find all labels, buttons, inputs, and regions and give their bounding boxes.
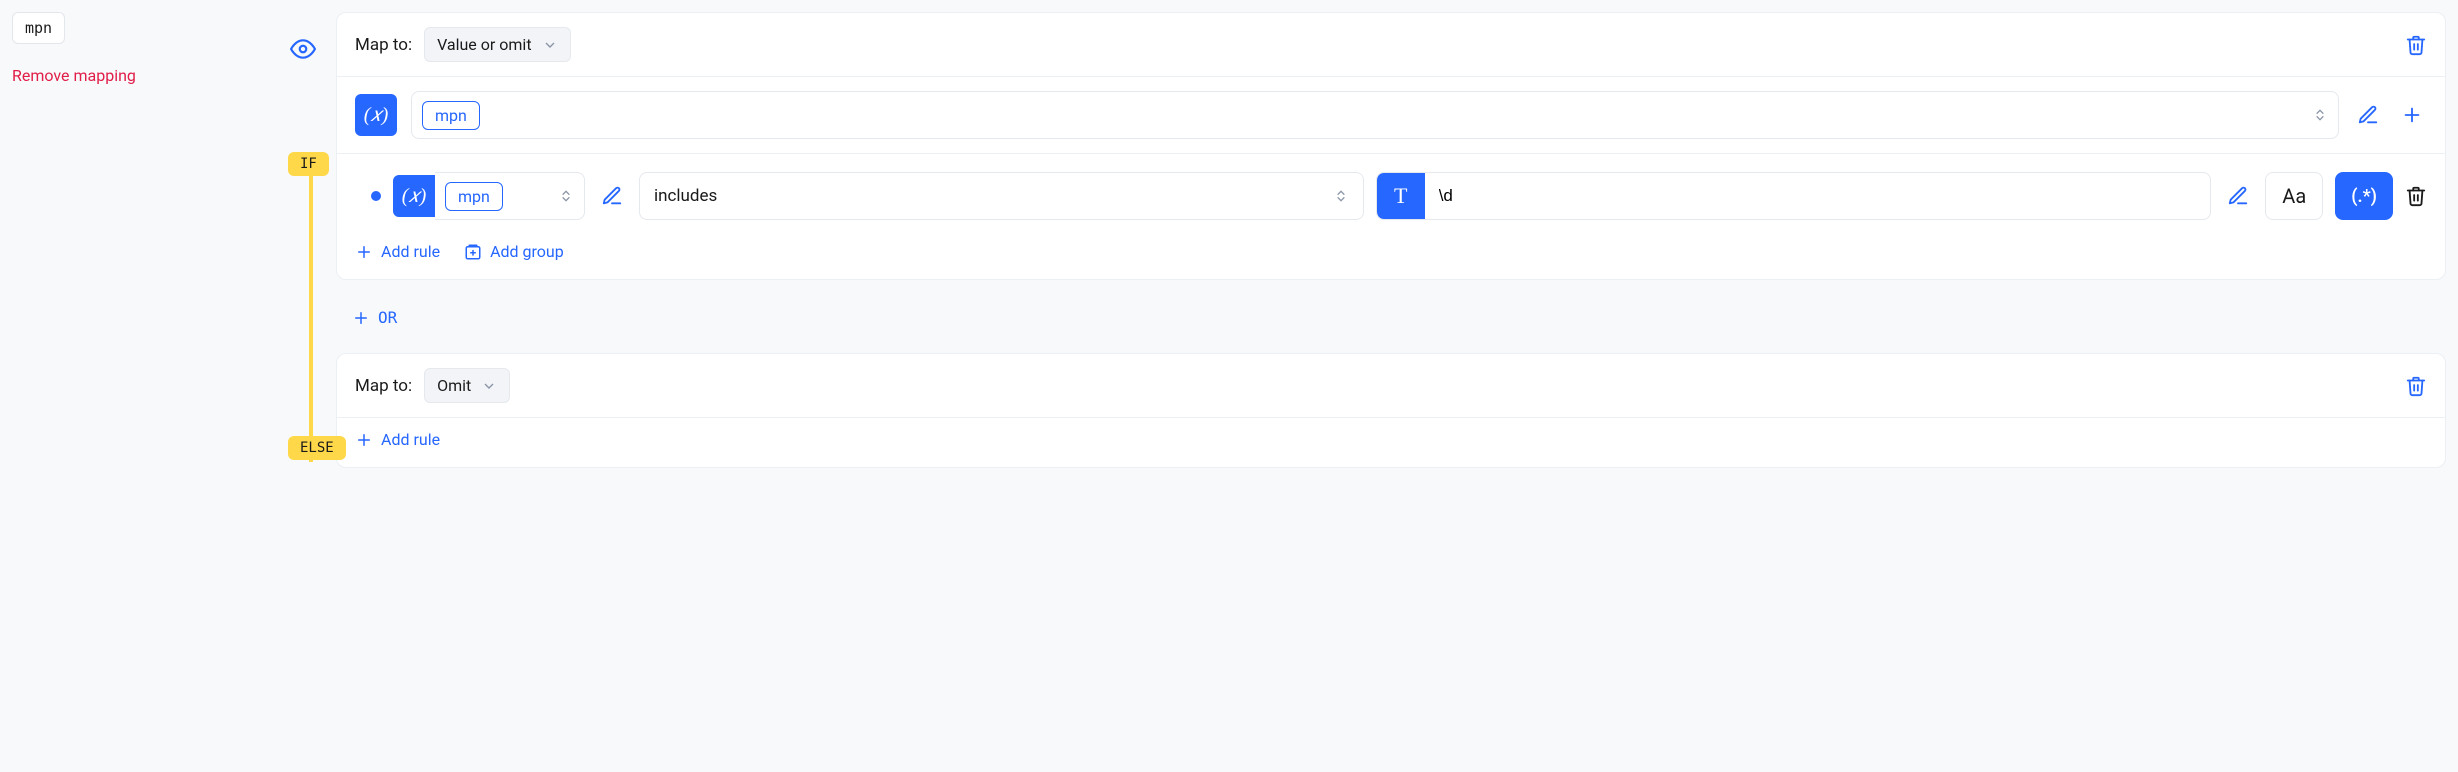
or-label: OR	[378, 308, 397, 327]
if-card: Map to: Value or omit (𝑥) mpn	[336, 12, 2446, 280]
delete-rule-icon[interactable]	[2405, 185, 2427, 207]
preview-icon[interactable]	[290, 36, 316, 62]
expression-field[interactable]: mpn	[411, 91, 2339, 139]
sort-icon	[558, 186, 574, 206]
if-branch-label: IF	[288, 152, 329, 176]
variable-badge-icon: (𝑥)	[355, 94, 397, 136]
map-to-value: Value or omit	[437, 35, 532, 54]
map-to-label: Map to:	[355, 376, 412, 396]
text-type-icon: T	[1377, 172, 1425, 220]
rule-variable-token: mpn	[445, 182, 503, 211]
edit-rule-variable-icon[interactable]	[597, 181, 627, 211]
map-to-label: Map to:	[355, 35, 412, 55]
chevron-down-icon	[481, 378, 497, 394]
delete-else-icon[interactable]	[2405, 375, 2427, 397]
else-add-rule-button[interactable]: Add rule	[355, 430, 440, 449]
else-branch-label: ELSE	[288, 436, 346, 460]
add-expression-icon[interactable]	[2397, 100, 2427, 130]
regex-toggle[interactable]: (.*)	[2335, 172, 2393, 220]
map-to-select[interactable]: Value or omit	[424, 27, 571, 62]
operator-value: includes	[654, 186, 717, 206]
add-rule-label: Add rule	[381, 242, 440, 261]
variable-badge-icon: (𝑥)	[393, 175, 435, 217]
case-sensitive-toggle[interactable]: Aa	[2265, 172, 2323, 220]
add-group-label: Add group	[490, 242, 564, 261]
rule-variable-select[interactable]: mpn	[435, 172, 585, 220]
else-add-rule-label: Add rule	[381, 430, 440, 449]
else-map-to-select[interactable]: Omit	[424, 368, 510, 403]
add-or-button[interactable]: OR	[336, 300, 2446, 335]
variable-token: mpn	[422, 101, 480, 130]
sort-icon	[1333, 186, 1349, 206]
add-group-button[interactable]: Add group	[464, 242, 564, 261]
chevron-down-icon	[542, 37, 558, 53]
edit-expression-icon[interactable]	[2353, 100, 2383, 130]
remove-mapping-link[interactable]: Remove mapping	[12, 66, 312, 85]
rule-text-input[interactable]	[1425, 186, 2211, 206]
operator-select[interactable]: includes	[639, 172, 1364, 220]
edit-rule-text-icon[interactable]	[2223, 181, 2253, 211]
add-rule-button[interactable]: Add rule	[355, 242, 440, 261]
else-map-to-value: Omit	[437, 376, 471, 395]
delete-if-icon[interactable]	[2405, 34, 2427, 56]
field-tag: mpn	[12, 12, 65, 44]
branch-connector	[309, 172, 313, 462]
else-card: Map to: Omit Add rule	[336, 353, 2446, 468]
rule-connector-dot	[371, 191, 381, 201]
sort-icon	[2312, 105, 2328, 125]
